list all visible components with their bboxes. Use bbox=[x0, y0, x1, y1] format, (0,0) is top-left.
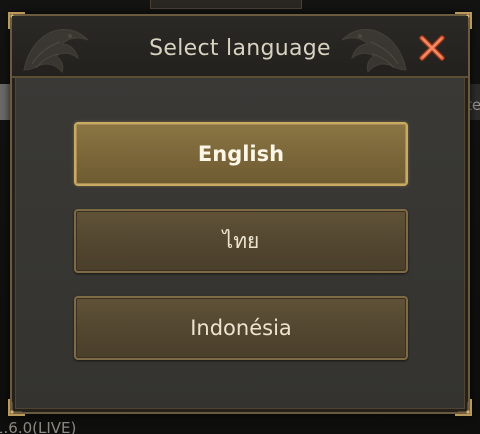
language-option-label: ไทย bbox=[222, 228, 260, 253]
dialog-header: Select language bbox=[12, 16, 468, 78]
language-option-english[interactable]: English bbox=[74, 122, 408, 186]
screen: te 1.6.0(LIVE) Select language English ไ… bbox=[0, 0, 480, 434]
language-option-thai[interactable]: ไทย bbox=[74, 209, 408, 273]
language-option-indonesian[interactable]: Indonésia bbox=[74, 296, 408, 360]
corner-ornament-icon bbox=[8, 399, 25, 416]
version-label: 1.6.0(LIVE) bbox=[0, 419, 77, 434]
close-x-icon bbox=[419, 35, 445, 61]
close-button[interactable] bbox=[416, 32, 448, 64]
language-option-label: English bbox=[197, 142, 285, 166]
language-dialog: Select language English ไทย Indonésia bbox=[8, 12, 472, 416]
corner-ornament-icon bbox=[455, 399, 472, 416]
language-option-label: Indonésia bbox=[190, 316, 292, 340]
dialog-title: Select language bbox=[149, 36, 331, 61]
background-top-tab bbox=[150, 0, 302, 9]
